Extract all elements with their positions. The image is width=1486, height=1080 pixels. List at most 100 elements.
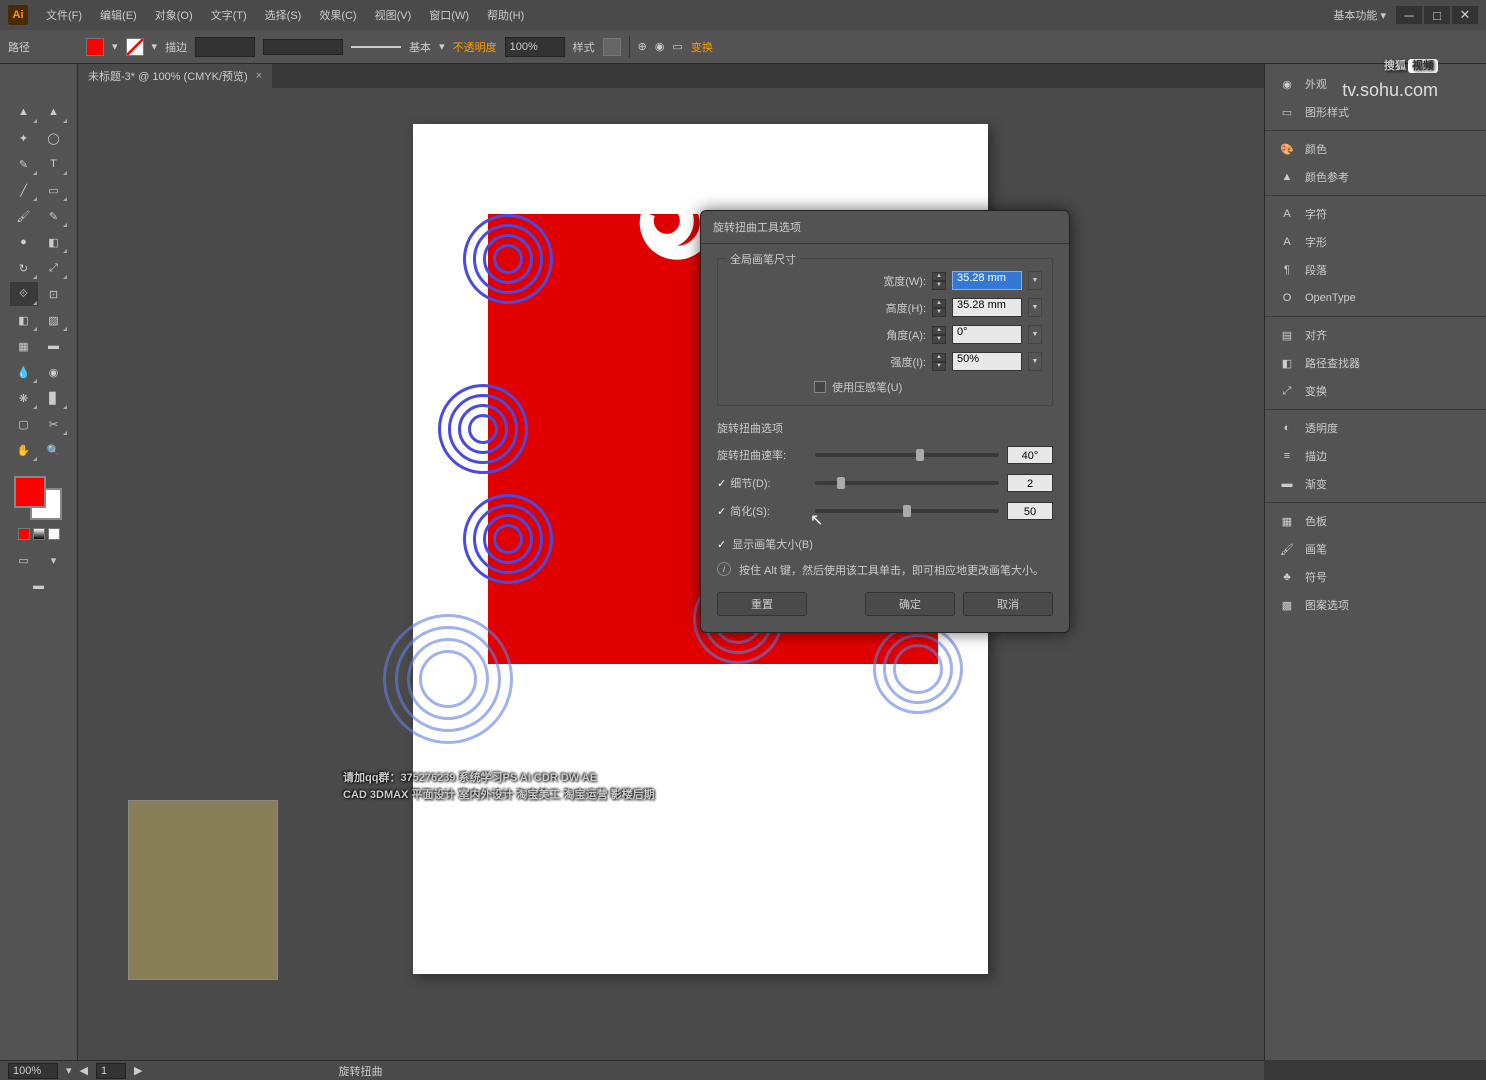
selection-tool[interactable]: ▲ <box>10 100 38 124</box>
artboard-tool[interactable]: ▢ <box>10 412 38 436</box>
artboard-input[interactable] <box>96 1063 126 1079</box>
spiral-1[interactable] <box>463 214 553 304</box>
menu-object[interactable]: 对象(O) <box>147 3 201 27</box>
panel-transparency[interactable]: ◐透明度 <box>1265 414 1486 442</box>
menu-edit[interactable]: 编辑(E) <box>92 3 145 27</box>
zoom-tool[interactable]: 🔍 <box>40 438 68 462</box>
fill-swatch[interactable] <box>86 38 104 56</box>
free-transform-tool[interactable]: ⊡ <box>40 282 68 306</box>
spiral-2[interactable] <box>628 184 708 264</box>
recolor-icon[interactable]: ◉ <box>655 40 665 53</box>
menu-help[interactable]: 帮助(H) <box>479 3 532 27</box>
width-tool[interactable]: ⟐ <box>10 282 38 306</box>
slice-tool[interactable]: ✂ <box>40 412 68 436</box>
symbol-sprayer-tool[interactable]: ❋ <box>10 386 38 410</box>
simplify-value[interactable]: 50 <box>1007 502 1053 520</box>
angle-down-icon[interactable]: ▼ <box>932 335 946 344</box>
width-down-icon[interactable]: ▼ <box>932 281 946 290</box>
menu-file[interactable]: 文件(F) <box>38 3 90 27</box>
panel-align[interactable]: ▤对齐 <box>1265 321 1486 349</box>
pencil-tool[interactable]: ✎ <box>40 204 68 228</box>
intensity-dropdown-icon[interactable]: ▼ <box>1028 352 1042 371</box>
intensity-input[interactable]: 50% <box>952 352 1022 371</box>
maximize-button[interactable]: □ <box>1424 6 1450 24</box>
intensity-up-icon[interactable]: ▲ <box>932 353 946 362</box>
cancel-button[interactable]: 取消 <box>963 592 1053 616</box>
eyedropper-tool[interactable]: 💧 <box>10 360 38 384</box>
direct-selection-tool[interactable]: ▲ <box>40 100 68 124</box>
width-dropdown-icon[interactable]: ▼ <box>1028 271 1042 290</box>
spiral-4[interactable] <box>463 494 553 584</box>
spiral-7[interactable] <box>383 614 513 744</box>
minimize-button[interactable]: ─ <box>1396 6 1422 24</box>
blend-tool[interactable]: ◉ <box>40 360 68 384</box>
canvas-area[interactable]: 未标题-3* @ 100% (CMYK/预览) × 请加qq群：37527623… <box>78 64 1264 1060</box>
intensity-down-icon[interactable]: ▼ <box>932 362 946 371</box>
panel-character[interactable]: A字符 <box>1265 200 1486 228</box>
close-button[interactable]: ✕ <box>1452 6 1478 24</box>
perspective-tool[interactable]: ▨ <box>40 308 68 332</box>
detail-value[interactable]: 2 <box>1007 474 1053 492</box>
rectangle-tool[interactable]: ▭ <box>40 178 68 202</box>
type-tool[interactable]: T <box>40 152 68 176</box>
color-mode-icon[interactable] <box>18 528 30 540</box>
tab-close-icon[interactable]: × <box>256 70 262 82</box>
graph-tool[interactable]: ▊ <box>40 386 68 410</box>
rotate-tool[interactable]: ↻ <box>10 256 38 280</box>
simplify-slider[interactable] <box>815 509 999 513</box>
stroke-dropdown-icon[interactable]: ▾ <box>152 40 158 53</box>
screen-mode-normal[interactable]: ▭ <box>10 548 38 572</box>
spiral-6[interactable] <box>873 624 963 714</box>
rate-slider[interactable] <box>815 453 999 457</box>
magic-wand-tool[interactable]: ✦ <box>10 126 38 150</box>
height-down-icon[interactable]: ▼ <box>932 308 946 317</box>
doc-setup-icon[interactable]: ⊕ <box>638 40 647 53</box>
artboard-prev-icon[interactable]: ◀ <box>80 1064 88 1077</box>
menu-window[interactable]: 窗口(W) <box>421 3 477 27</box>
height-dropdown-icon[interactable]: ▼ <box>1028 298 1042 317</box>
width-input[interactable]: 35.28 mm <box>952 271 1022 290</box>
ok-button[interactable]: 确定 <box>865 592 955 616</box>
gradient-tool[interactable]: ▬ <box>40 334 68 358</box>
height-input[interactable]: 35.28 mm <box>952 298 1022 317</box>
eraser-tool[interactable]: ◧ <box>40 230 68 254</box>
workspace-switcher[interactable]: 基本功能 ▾ <box>1325 3 1394 27</box>
menu-select[interactable]: 选择(S) <box>257 3 310 27</box>
artboard-next-icon[interactable]: ▶ <box>134 1064 142 1077</box>
angle-input[interactable]: 0° <box>952 325 1022 344</box>
draw-mode[interactable]: ▬ <box>25 574 53 598</box>
panel-pathfinder[interactable]: ◧路径查找器 <box>1265 349 1486 377</box>
stroke-swatch[interactable] <box>126 38 144 56</box>
rate-value[interactable]: 40° <box>1007 446 1053 464</box>
zoom-input[interactable] <box>8 1063 58 1079</box>
opacity-input[interactable] <box>505 37 565 57</box>
panel-brushes[interactable]: 🖌画笔 <box>1265 535 1486 563</box>
panel-opentype[interactable]: OOpenType <box>1265 284 1486 312</box>
panel-paragraph[interactable]: ¶段落 <box>1265 256 1486 284</box>
reset-button[interactable]: 重置 <box>717 592 807 616</box>
height-up-icon[interactable]: ▲ <box>932 299 946 308</box>
zoom-dropdown-icon[interactable]: ▾ <box>66 1064 72 1077</box>
panel-graphic-styles[interactable]: ▭图形样式 <box>1265 98 1486 126</box>
pressure-checkbox[interactable] <box>814 381 826 393</box>
angle-up-icon[interactable]: ▲ <box>932 326 946 335</box>
fill-dropdown-icon[interactable]: ▾ <box>112 40 118 53</box>
fill-color[interactable] <box>14 476 46 508</box>
line-tool[interactable]: ╱ <box>10 178 38 202</box>
shape-builder-tool[interactable]: ◧ <box>10 308 38 332</box>
fill-stroke-control[interactable] <box>0 470 77 522</box>
angle-dropdown-icon[interactable]: ▼ <box>1028 325 1042 344</box>
menu-view[interactable]: 视图(V) <box>367 3 420 27</box>
spiral-3[interactable] <box>438 384 528 474</box>
align-icon[interactable]: ▭ <box>672 40 682 53</box>
panel-swatches[interactable]: ▦色板 <box>1265 507 1486 535</box>
blob-brush-tool[interactable]: ● <box>10 230 38 254</box>
panel-pattern-options[interactable]: ▩图案选项 <box>1265 591 1486 619</box>
panel-stroke[interactable]: ≡描边 <box>1265 442 1486 470</box>
style-swatch[interactable] <box>603 38 621 56</box>
panel-glyphs[interactable]: A字形 <box>1265 228 1486 256</box>
menu-type[interactable]: 文字(T) <box>203 3 255 27</box>
stroke-weight-input[interactable] <box>195 37 255 57</box>
paintbrush-tool[interactable]: 🖌 <box>10 204 38 228</box>
width-up-icon[interactable]: ▲ <box>932 272 946 281</box>
